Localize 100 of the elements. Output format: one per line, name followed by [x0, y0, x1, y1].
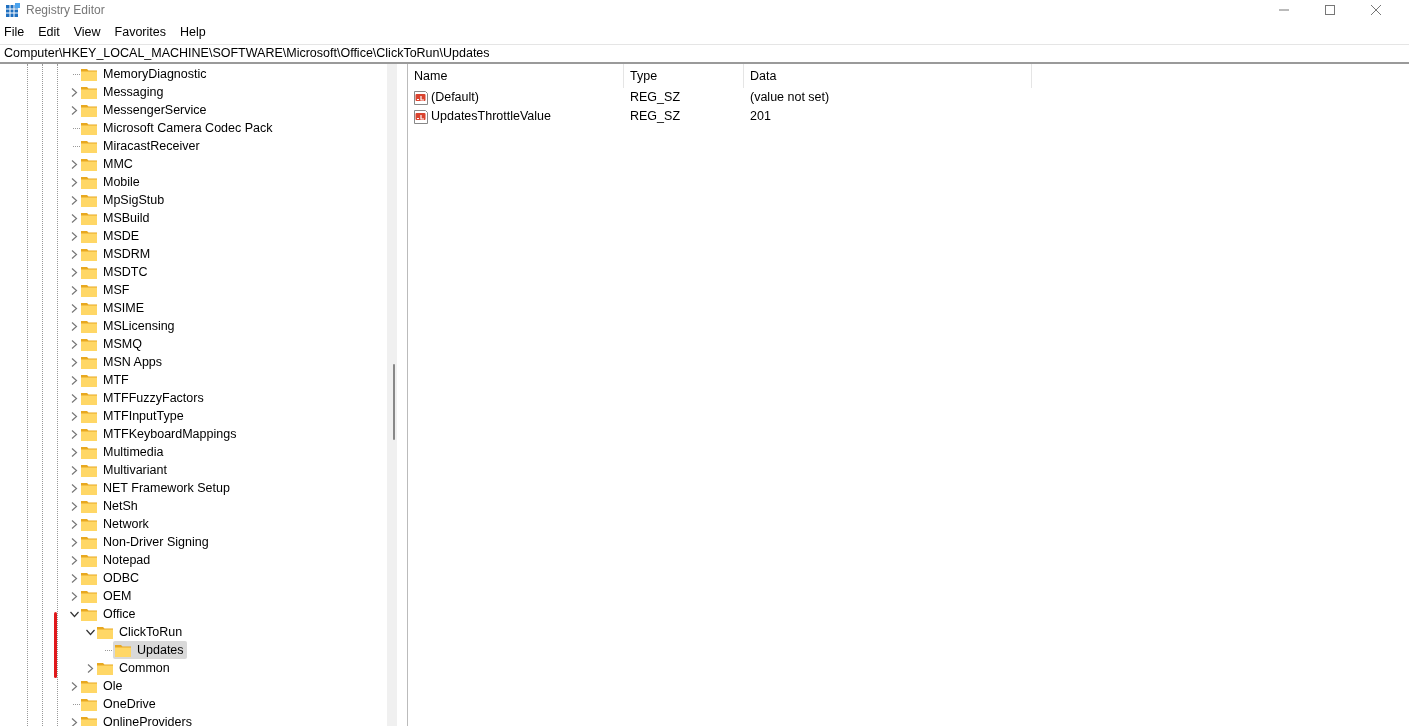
chevron-right-icon[interactable] — [71, 87, 78, 97]
menu-item[interactable]: File — [4, 22, 25, 42]
value-data: (value not set) — [750, 90, 830, 105]
chevron-right-icon[interactable] — [71, 429, 78, 439]
folder-icon — [81, 607, 97, 621]
chevron-right-icon[interactable] — [71, 231, 78, 241]
chevron-right-icon[interactable] — [71, 195, 78, 205]
folder-icon — [81, 373, 97, 387]
chevron-right-icon[interactable] — [71, 501, 78, 511]
chevron-right-icon[interactable] — [71, 285, 78, 295]
tree-item[interactable]: MemoryDiagnostic — [81, 65, 210, 83]
folder-icon — [81, 553, 97, 567]
chevron-right-icon[interactable] — [71, 573, 78, 583]
chevron-right-icon[interactable] — [71, 465, 78, 475]
chevron-right-icon[interactable] — [71, 483, 78, 493]
tree-item[interactable]: MSF — [81, 281, 133, 299]
tree-item[interactable]: MMC — [81, 155, 136, 173]
tree-item[interactable]: Mobile — [81, 173, 143, 191]
tree-item[interactable]: Non-Driver Signing — [81, 533, 212, 551]
tree-item[interactable]: MSIME — [81, 299, 147, 317]
menu-item[interactable]: Favorites — [114, 22, 166, 42]
folder-icon — [81, 319, 97, 333]
tree-item[interactable]: MSN Apps — [81, 353, 166, 371]
tree-item[interactable]: MSDRM — [81, 245, 154, 263]
menu-item[interactable]: Help — [180, 22, 206, 42]
chevron-down-icon[interactable] — [70, 610, 79, 618]
chevron-right-icon[interactable] — [71, 321, 78, 331]
chevron-right-icon[interactable] — [87, 663, 94, 673]
folder-icon — [81, 301, 97, 315]
tree-item[interactable]: OEM — [81, 587, 135, 605]
string-value-icon — [413, 89, 429, 106]
menu-item[interactable]: Edit — [38, 22, 60, 42]
chevron-right-icon[interactable] — [71, 537, 78, 547]
folder-icon — [81, 535, 97, 549]
chevron-right-icon[interactable] — [71, 177, 78, 187]
tree-item[interactable]: ODBC — [81, 569, 143, 587]
menu-item[interactable]: View — [73, 22, 101, 42]
folder-icon — [81, 445, 97, 459]
tree-item[interactable]: Messaging — [81, 83, 167, 101]
tree-item[interactable]: MSBuild — [81, 209, 153, 227]
tree-item[interactable]: MTFInputType — [81, 407, 187, 425]
tree-item[interactable]: Ole — [81, 677, 126, 695]
tree-item[interactable]: MessengerService — [81, 101, 210, 119]
tree-item[interactable]: MSDE — [81, 227, 143, 245]
tree-item[interactable]: MSDTC — [81, 263, 151, 281]
chevron-right-icon[interactable] — [71, 555, 78, 565]
folder-icon — [81, 283, 97, 297]
chevron-right-icon[interactable] — [71, 303, 78, 313]
folder-icon — [81, 265, 97, 279]
chevron-right-icon[interactable] — [71, 267, 78, 277]
chevron-right-icon[interactable] — [71, 375, 78, 385]
tree-item[interactable]: MSLicensing — [81, 317, 178, 335]
address-field[interactable]: Computer\HKEY_LOCAL_MACHINE\SOFTWARE\Microsoft\Office\ClickToRun\Updates — [0, 45, 1409, 64]
tree-item[interactable]: Multimedia — [81, 443, 167, 461]
folder-icon — [81, 67, 97, 81]
maximize-icon — [1325, 5, 1335, 15]
chevron-right-icon[interactable] — [71, 519, 78, 529]
chevron-right-icon[interactable] — [71, 357, 78, 367]
chevron-right-icon[interactable] — [71, 411, 78, 421]
chevron-right-icon[interactable] — [71, 105, 78, 115]
column-header[interactable]: Data — [744, 64, 1032, 88]
tree-item[interactable]: MSMQ — [81, 335, 145, 353]
tree-item[interactable]: Multivariant — [81, 461, 170, 479]
tree-item[interactable]: OnlineProviders — [81, 713, 195, 726]
chevron-right-icon[interactable] — [71, 591, 78, 601]
scrollbar-thumb[interactable] — [393, 364, 395, 440]
tree-item[interactable]: MiracastReceiver — [81, 137, 203, 155]
tree-item[interactable]: Office — [81, 605, 139, 623]
chevron-right-icon[interactable] — [71, 339, 78, 349]
tree-item[interactable]: Network — [81, 515, 152, 533]
tree-item[interactable]: MTFKeyboardMappings — [81, 425, 240, 443]
column-header[interactable]: Name — [408, 64, 624, 88]
tree-item[interactable]: MTFFuzzyFactors — [81, 389, 207, 407]
chevron-right-icon[interactable] — [71, 249, 78, 259]
chevron-right-icon[interactable] — [71, 213, 78, 223]
tree-item[interactable]: MTF — [81, 371, 132, 389]
tree-item[interactable]: ClickToRun — [97, 623, 186, 641]
chevron-right-icon[interactable] — [71, 717, 78, 726]
column-header[interactable]: Type — [624, 64, 744, 88]
tree-item[interactable]: NetSh — [81, 497, 141, 515]
tree-item[interactable]: Updates — [113, 641, 187, 659]
tree-item[interactable]: Microsoft Camera Codec Pack — [81, 119, 276, 137]
window-title: Registry Editor — [26, 2, 105, 19]
chevron-right-icon[interactable] — [71, 447, 78, 457]
folder-icon — [81, 337, 97, 351]
folder-icon — [81, 589, 97, 603]
tree-item[interactable]: MpSigStub — [81, 191, 168, 209]
tree-item[interactable]: NET Framework Setup — [81, 479, 233, 497]
folder-icon — [81, 247, 97, 261]
chevron-down-icon[interactable] — [86, 628, 95, 636]
folder-icon — [81, 139, 97, 153]
value-data: 201 — [750, 109, 771, 124]
chevron-right-icon[interactable] — [71, 159, 78, 169]
tree-item[interactable]: OneDrive — [81, 695, 159, 713]
chevron-right-icon[interactable] — [71, 681, 78, 691]
value-name: UpdatesThrottleValue — [431, 108, 551, 126]
tree-item[interactable]: Common — [97, 659, 173, 677]
tree-item[interactable]: Notepad — [81, 551, 154, 569]
folder-icon — [81, 697, 97, 711]
chevron-right-icon[interactable] — [71, 393, 78, 403]
